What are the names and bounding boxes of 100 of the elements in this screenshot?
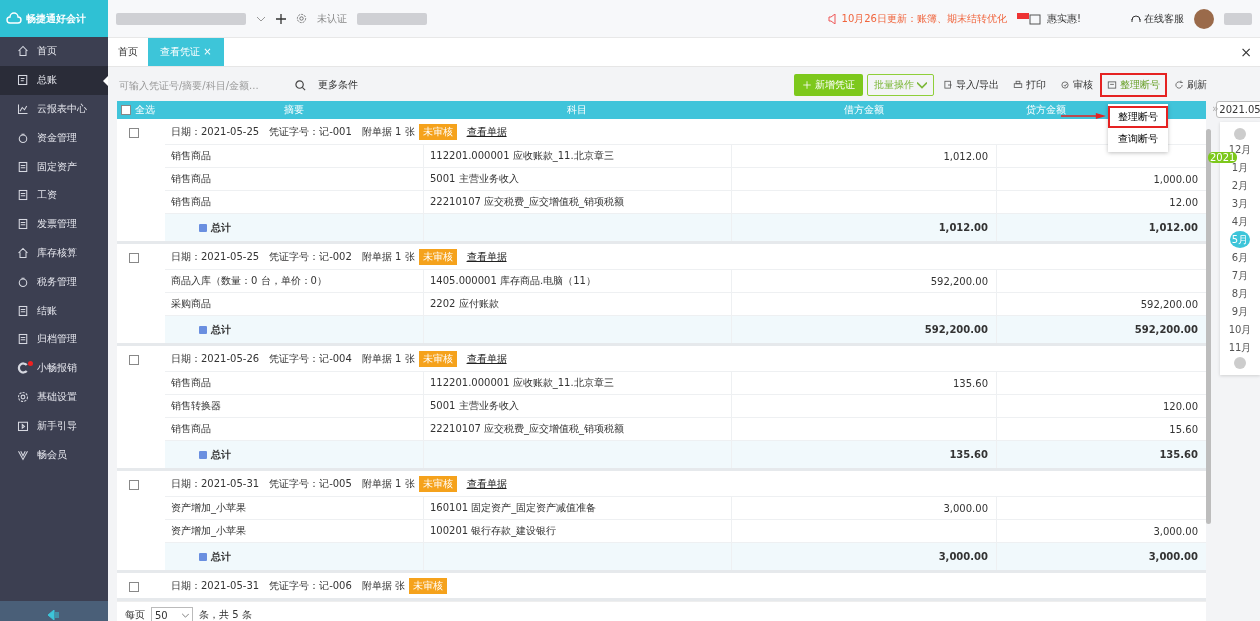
sidebar-item[interactable]: 总账	[0, 65, 108, 95]
play-icon	[17, 419, 29, 432]
sidebar-item[interactable]: 结账	[0, 296, 108, 325]
online-support-link[interactable]: 在线客服	[1144, 11, 1184, 26]
table-cell: 592,200.00	[731, 270, 996, 292]
search-field[interactable]: 可输入凭证号/摘要/科目/金额...	[117, 77, 291, 93]
month-item[interactable]: 4月	[1230, 213, 1250, 230]
document-icon	[17, 218, 29, 231]
toolbar-button[interactable]: 导入/导出	[937, 75, 1004, 95]
sidebar-item[interactable]: 税务管理	[0, 267, 108, 297]
status-badge: 未审核	[418, 123, 457, 140]
table-cell-text: 商品入库（数量：0 台，单价：0）	[170, 274, 328, 288]
sidebar-item[interactable]: 小畅报销	[0, 353, 108, 383]
speaker-icon	[827, 13, 838, 24]
month-item[interactable]: 6月	[1230, 249, 1250, 266]
status-badge: 未审核	[409, 577, 447, 594]
table-cell-text: 销售商品	[170, 195, 212, 209]
record-count: 条，共 5 条	[199, 608, 252, 621]
period-field[interactable]: 2021.05	[1216, 101, 1260, 118]
more-filters-button[interactable]: 更多条件	[318, 78, 358, 92]
printer-icon	[1013, 80, 1023, 90]
page-size-select[interactable]: 50	[151, 607, 193, 621]
sidebar-item[interactable]: 新手引导	[0, 411, 108, 441]
view-documents-link[interactable]: 查看单据	[466, 124, 507, 139]
view-documents-link[interactable]: 查看单据	[466, 476, 507, 491]
voucher-number: 凭证字号：记-001	[269, 124, 352, 139]
sidebar-item[interactable]: 工资	[0, 181, 108, 210]
export-icon	[942, 80, 953, 90]
row-checkbox[interactable]	[129, 582, 139, 592]
month-item[interactable]: 10月	[1228, 321, 1252, 338]
menu-item[interactable]: 整理断号	[1110, 108, 1166, 126]
close-button[interactable]: ×	[1232, 38, 1260, 66]
month-item[interactable]: 9月	[1230, 303, 1250, 320]
sidebar-item[interactable]: 固定资产	[0, 152, 108, 181]
user-avatar[interactable]	[1194, 8, 1214, 29]
sum-icon	[199, 552, 207, 561]
status-badge: 未审核	[418, 248, 457, 265]
notification-dot	[28, 360, 33, 366]
refresh-icon	[1174, 80, 1184, 90]
collapse-icon	[48, 609, 60, 620]
table-cell-text: 采购商品	[170, 297, 212, 311]
document-icon	[17, 333, 29, 346]
document-icon	[17, 160, 29, 173]
sum-icon	[199, 223, 207, 232]
total-debit: 592,200.00	[731, 316, 996, 343]
sidebar-item[interactable]: 资金管理	[0, 123, 108, 153]
caret-icon	[182, 612, 189, 618]
table-cell: 5001 主营业务收入	[423, 168, 731, 190]
row-checkbox[interactable]	[129, 480, 139, 490]
settings-icon[interactable]	[296, 13, 307, 24]
promo-link[interactable]: 惠实惠!	[1047, 11, 1081, 26]
sum-icon	[199, 325, 207, 334]
settings-icon	[17, 390, 29, 403]
sidebar-item[interactable]: 首页	[0, 37, 108, 66]
table-cell-text: 资产增加_小苹果	[170, 524, 247, 538]
voucher-date: 日期：2021-05-25	[171, 249, 260, 264]
month-item[interactable]: 2月	[1230, 177, 1250, 194]
toolbar-button[interactable]: 审核	[1055, 75, 1098, 95]
collapse-button[interactable]	[0, 601, 108, 621]
toolbar-button[interactable]: 打印	[1008, 75, 1051, 95]
select-all-checkbox[interactable]	[121, 105, 131, 115]
table-cell: 112201.000001 应收账款_11.北京章三	[423, 145, 731, 167]
view-documents-link[interactable]: 查看单据	[466, 249, 507, 264]
row-checkbox[interactable]	[129, 355, 139, 365]
headset-icon	[1131, 13, 1141, 24]
page-size-label: 每页	[125, 608, 145, 621]
sidebar-item[interactable]: 畅会员	[0, 440, 108, 469]
chart-icon	[17, 103, 29, 115]
total-label: 总计	[211, 322, 231, 337]
sidebar-item[interactable]: 归档管理	[0, 324, 108, 354]
plus-icon[interactable]	[276, 13, 286, 24]
sidebar-item[interactable]: 基础设置	[0, 382, 108, 412]
search-icon[interactable]	[295, 79, 306, 91]
table-cell-text: 销售商品	[170, 422, 212, 436]
scrollbar[interactable]	[1206, 129, 1211, 524]
toolbar-button[interactable]: 刷新	[1169, 75, 1212, 95]
caret-icon	[916, 80, 927, 90]
column-header: 摘要	[284, 103, 304, 117]
table-cell: 112201.000001 应收账款_11.北京章三	[423, 372, 731, 394]
month-item[interactable]: 8月	[1230, 285, 1250, 302]
row-checkbox[interactable]	[129, 128, 139, 138]
brand-name: 畅捷通好会计	[26, 11, 86, 26]
house-icon	[17, 45, 29, 58]
document-icon	[1107, 80, 1117, 90]
plus-icon	[801, 80, 812, 90]
table-cell: 3,000.00	[731, 497, 996, 519]
view-documents-link[interactable]: 查看单据	[466, 351, 507, 366]
total-debit: 135.60	[731, 441, 996, 468]
status-badge: 未审核	[418, 475, 457, 492]
month-item[interactable]: 11月	[1228, 339, 1252, 356]
row-checkbox[interactable]	[129, 253, 139, 263]
month-item[interactable]: 3月	[1230, 195, 1250, 212]
attachment-count: 附单据 1 张	[361, 476, 415, 491]
sidebar-item[interactable]: 云报表中心	[0, 94, 108, 124]
sidebar-item[interactable]: 库存核算	[0, 238, 108, 268]
sidebar-item[interactable]: 发票管理	[0, 209, 108, 239]
voucher-number: 凭证字号：记-006	[269, 578, 352, 593]
month-item[interactable]: 7月	[1230, 267, 1250, 284]
year-badge: 2021	[1208, 152, 1238, 163]
house-icon	[17, 246, 29, 259]
